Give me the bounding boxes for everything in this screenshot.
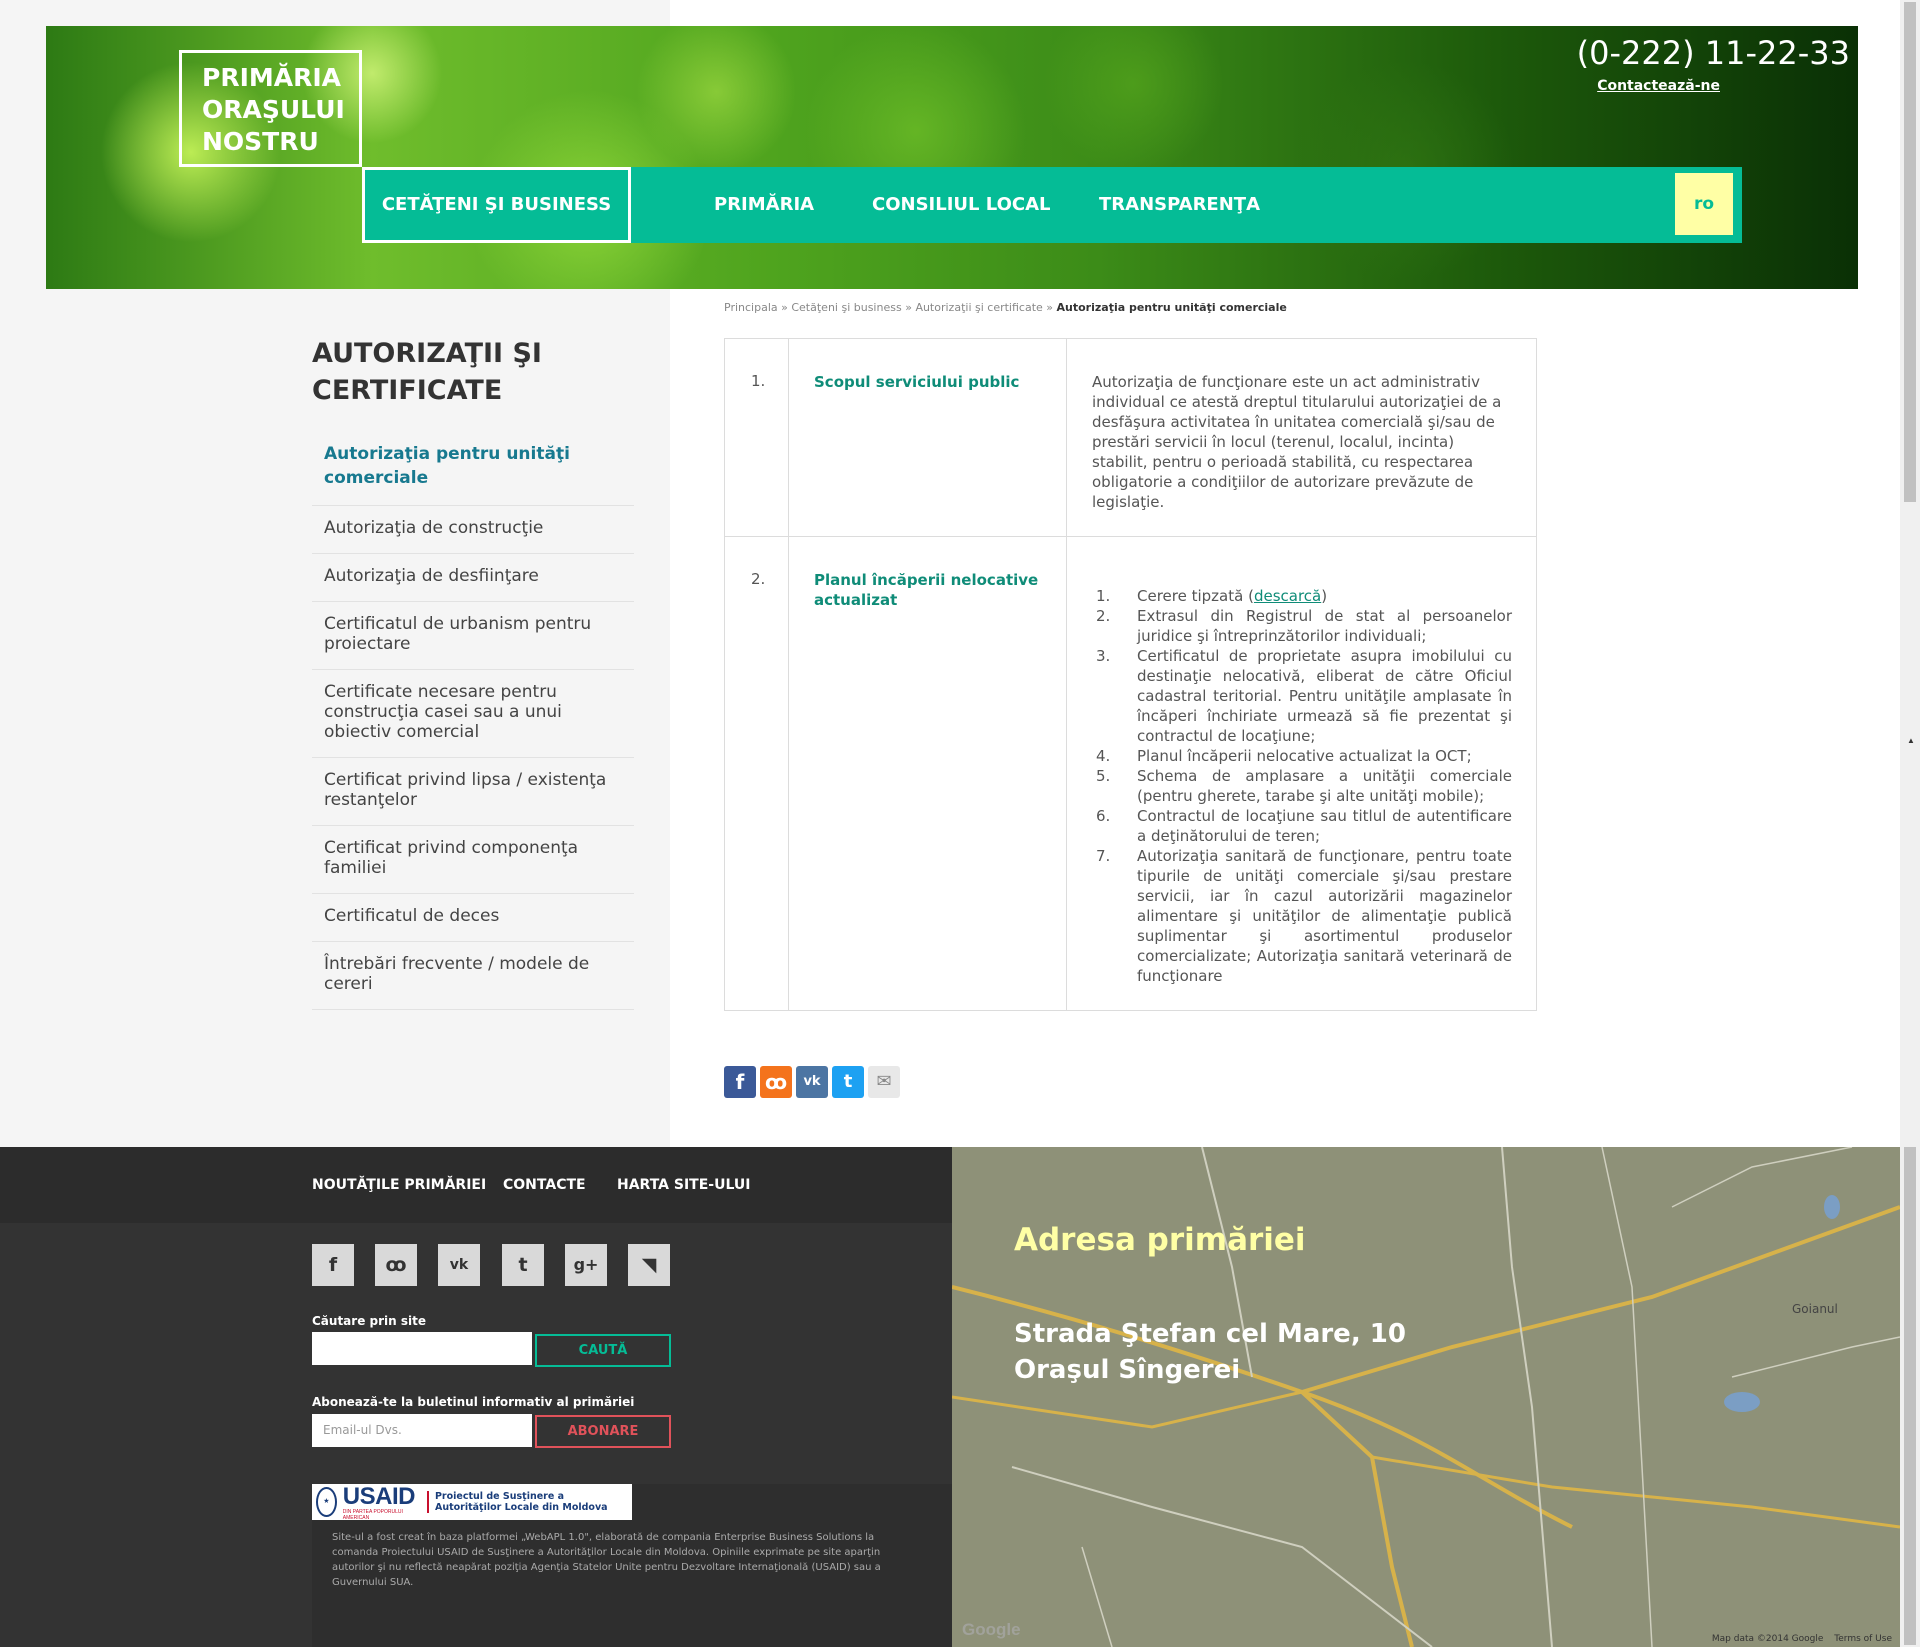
sidebar-item-house-certificates[interactable]: Certificate necesare pentru construcţia … <box>312 670 634 758</box>
facebook-icon[interactable]: f <box>312 1244 354 1286</box>
sidebar-item-demolition[interactable]: Autorizaţia de desfiinţare <box>312 554 634 602</box>
search-input[interactable] <box>312 1332 532 1365</box>
subscribe-button[interactable]: ABONARE <box>535 1415 671 1448</box>
requirements-list: 1. Cerere tipzată (descarcă) 2. Extrasul … <box>1092 570 1512 986</box>
address-city: Oraşul Sîngerei <box>1014 1355 1241 1385</box>
nav-consiliul-local[interactable]: CONSILIUL LOCAL <box>872 167 1051 243</box>
sidebar-item-debts[interactable]: Certificat privind lipsa / existenţa res… <box>312 758 634 826</box>
google-logo: Google <box>962 1620 1021 1639</box>
breadcrumb-sep: » <box>905 301 912 314</box>
service-table: 1. Scopul serviciului public Autorizaţia… <box>724 338 1537 1011</box>
twitter-icon[interactable]: t <box>832 1066 864 1098</box>
site-logo[interactable]: PRIMĂRIA ORAŞULUI NOSTRU <box>179 50 362 167</box>
scroll-up-arrow-icon[interactable]: ▲ <box>1907 736 1915 745</box>
mail-icon[interactable]: ✉ <box>868 1066 900 1098</box>
usaid-project: Proiectul de Susţinere a Autorităţilor L… <box>426 1491 632 1513</box>
contact-link[interactable]: Contactează-ne <box>1597 78 1720 94</box>
sidebar-title: AUTORIZAŢII ŞI CERTIFICATE <box>312 338 542 406</box>
map-data-text: Map data ©2014 Google <box>1711 1634 1824 1644</box>
google-plus-icon[interactable]: g+ <box>565 1244 607 1286</box>
rss-icon[interactable]: ◥ <box>628 1244 670 1286</box>
vk-icon[interactable]: vk <box>438 1244 480 1286</box>
row-label: Planul încăperii nelocative actualizat <box>788 536 1067 1011</box>
disclaimer-text: Site-ul a fost creat în baza platformei … <box>332 1532 881 1588</box>
breadcrumb-sep: » <box>1046 301 1054 314</box>
requirements-cell: 1. Cerere tipzată (descarcă) 2. Extrasul … <box>1066 536 1537 1011</box>
nav-transparenta[interactable]: TRANSPARENŢA <box>1099 167 1260 243</box>
map-credit: Map data ©2014 Google Terms of Use <box>1712 1634 1892 1644</box>
odnoklassniki-icon[interactable]: ꝏ <box>760 1066 792 1098</box>
breadcrumb-authorizations[interactable]: Autorizaţii şi certificate <box>915 301 1042 314</box>
scrollbar-thumb[interactable] <box>1904 2 1916 502</box>
breadcrumb-current: Autorizaţia pentru unităţi comerciale <box>1056 301 1287 314</box>
breadcrumb-home[interactable]: Principala <box>724 301 778 314</box>
twitter-icon[interactable]: t <box>502 1244 544 1286</box>
footer-news-link[interactable]: NOUTĂŢILE PRIMĂRIEI <box>312 1177 486 1193</box>
sidebar-item-construction[interactable]: Autorizaţia de construcţie <box>312 506 634 554</box>
facebook-icon[interactable]: f <box>724 1066 756 1098</box>
list-item: 3. Certificatul de proprietate asupra imo… <box>1096 647 1512 745</box>
row-number: 2. <box>724 536 789 1011</box>
language-switch[interactable]: ro <box>1675 173 1733 235</box>
sidebar-menu: Autorizaţia pentru unităţi comerciale Au… <box>312 430 634 1010</box>
logo-line-3: NOSTRU <box>202 127 319 156</box>
usaid-logo[interactable]: ★ USAID DIN PARTEA POPORULUI AMERICAN Pr… <box>312 1483 632 1521</box>
odnoklassniki-icon[interactable]: ꝏ <box>375 1244 417 1286</box>
search-button[interactable]: CAUTĂ <box>535 1334 671 1367</box>
usaid-subtitle: DIN PARTEA POPORULUI AMERICAN <box>342 1509 403 1521</box>
row-text: Autorizaţia de funcţionare este un act a… <box>1066 338 1537 537</box>
table-row: 1. Scopul serviciului public Autorizaţia… <box>724 338 1537 537</box>
list-item: 5. Schema de amplasare a unităţii comerci… <box>1096 767 1512 805</box>
nav-primaria[interactable]: PRIMĂRIA <box>714 167 814 243</box>
list-item: 7. Autorizaţia sanitară de funcţionare, p… <box>1096 847 1512 985</box>
main-nav: CETĂŢENI ŞI BUSINESS PRIMĂRIA CONSILIUL … <box>362 167 1742 243</box>
nav-citizens-business[interactable]: CETĂŢENI ŞI BUSINESS <box>362 167 631 243</box>
row-number: 1. <box>724 338 789 537</box>
list-item: 6. Contractul de locaţiune sau titlul de … <box>1096 807 1512 845</box>
sidebar-item-faq[interactable]: Întrebări frecvente / modele de cereri <box>312 942 634 1010</box>
vk-icon[interactable]: vk <box>796 1066 828 1098</box>
sidebar-item-urbanism[interactable]: Certificatul de urbanism pentru proiecta… <box>312 602 634 670</box>
logo-line-1: PRIMĂRIA <box>202 63 342 92</box>
breadcrumb: Principala » Cetăţeni şi business » Auto… <box>724 301 1287 314</box>
scrollbar-thumb-lower[interactable] <box>1904 1147 1916 1645</box>
address-street: Strada Ştefan cel Mare, 10 <box>1014 1319 1406 1349</box>
list-item: 1. Cerere tipzată (descarcă) <box>1096 587 1328 605</box>
breadcrumb-sep: » <box>781 301 788 314</box>
footer-sitemap-link[interactable]: HARTA SITE-ULUI <box>617 1177 750 1193</box>
list-item: 4. Planul încăperii nelocative actualizat… <box>1096 747 1472 765</box>
table-row: 2. Planul încăperii nelocative actualiza… <box>724 536 1537 1011</box>
terms-link[interactable]: Terms of Use <box>1834 1634 1892 1644</box>
newsletter-label: Abonează-te la buletinul informativ al p… <box>312 1395 635 1409</box>
search-label: Căutare prin site <box>312 1314 426 1328</box>
address: Strada Ştefan cel Mare, 10 Oraşul Sînger… <box>1014 1316 1406 1388</box>
sidebar-item-family[interactable]: Certificat privind componenţa familiei <box>312 826 634 894</box>
usaid-name: USAID <box>342 1483 416 1510</box>
phone-number: (0-222) 11-22-33 <box>1576 34 1850 72</box>
share-buttons: f ꝏ vk t ✉ <box>724 1066 900 1098</box>
sidebar-item-death[interactable]: Certificatul de deces <box>312 894 634 942</box>
email-input[interactable]: Email-ul Dvs. <box>312 1414 532 1447</box>
list-item: 2. Extrasul din Registrul de stat al pers… <box>1096 607 1512 645</box>
usaid-seal-icon: ★ <box>316 1487 337 1517</box>
breadcrumb-citizens[interactable]: Cetăţeni şi business <box>791 301 901 314</box>
sidebar-item-commercial-units[interactable]: Autorizaţia pentru unităţi comerciale <box>312 430 634 506</box>
footer-contacts-link[interactable]: CONTACTE <box>503 1177 586 1193</box>
row-label: Scopul serviciului public <box>788 338 1067 537</box>
map-town-label: Goianul <box>1792 1302 1838 1316</box>
logo-line-2: ORAŞULUI <box>202 95 345 124</box>
download-link[interactable]: descarcă <box>1254 587 1321 605</box>
address-title: Adresa primăriei <box>1014 1222 1306 1258</box>
